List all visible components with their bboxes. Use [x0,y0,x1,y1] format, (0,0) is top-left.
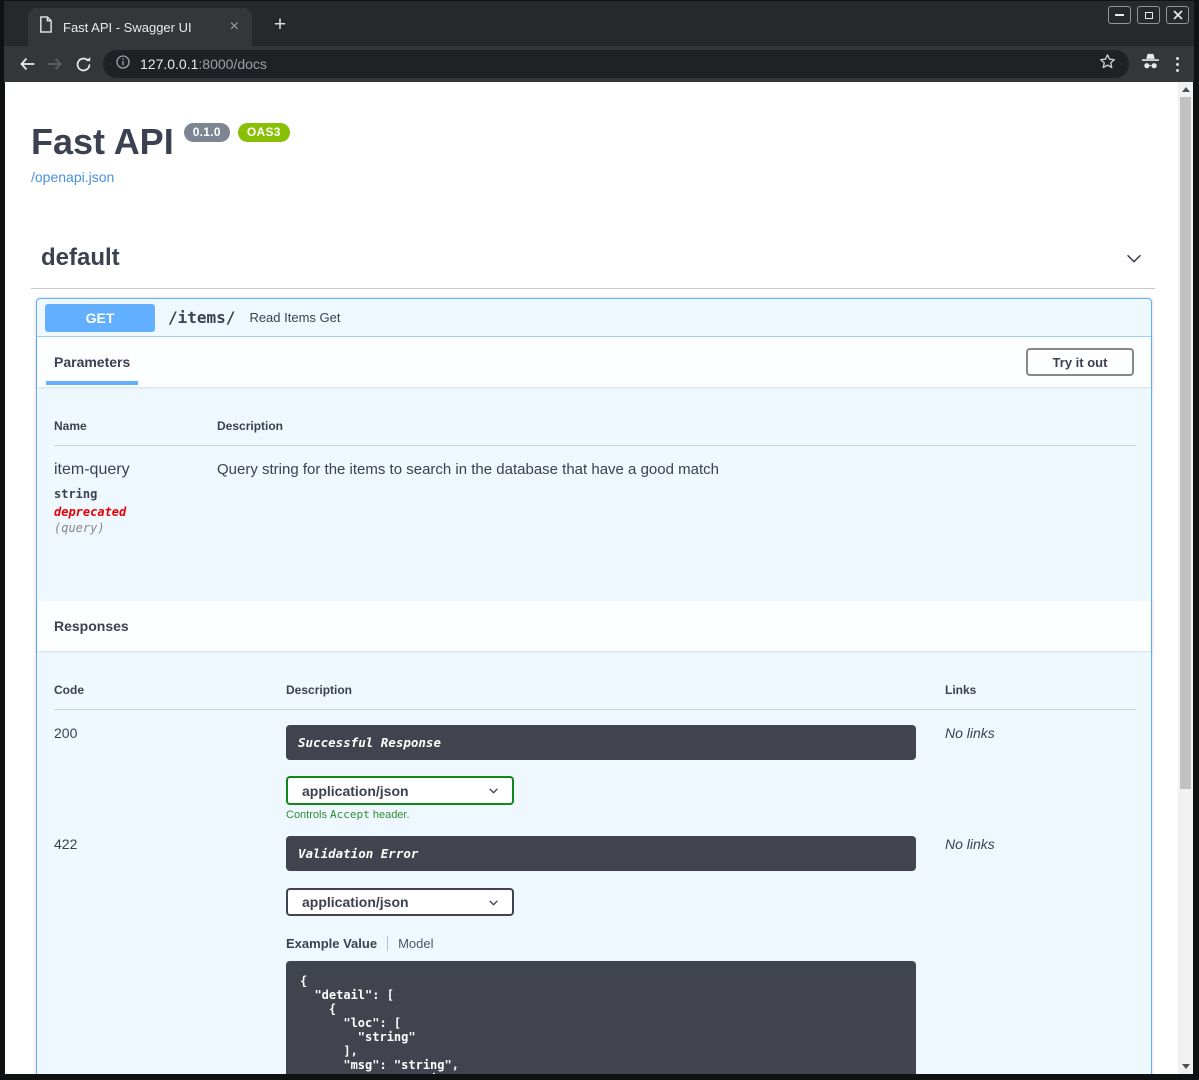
incognito-icon [1139,50,1162,78]
maximize-icon [1144,11,1153,19]
col-header-code: Code [54,651,286,710]
operation-summary[interactable]: GET /items/ Read Items Get [37,299,1151,337]
parameter-row: item-query string deprecated (query) Que… [54,446,1136,602]
new-tab-button[interactable]: + [266,11,294,39]
url-host: 127.0.0.1 [140,56,199,72]
response-code: 422 [54,836,78,852]
tab-example-value[interactable]: Example Value [286,936,377,951]
browser-window: Fast API - Swagger UI × + 127.0.0.1:8000… [0,0,1199,1080]
responses-heading: Responses [54,618,129,634]
browser-toolbar: 127.0.0.1:8000/docs [4,46,1194,82]
version-badge: 0.1.0 [183,123,230,142]
media-type-value: application/json [302,894,409,910]
col-header-description: Description [217,387,1136,446]
chevron-down-icon[interactable] [1123,247,1145,269]
select-chevron-icon [489,788,498,794]
api-info: Fast API 0.1.0 OAS3 /openapi.json [5,122,1178,187]
page-favicon-icon [38,16,53,38]
swagger-ui: Fast API 0.1.0 OAS3 /openapi.json default … [5,82,1178,1074]
scrollbar-up-arrow[interactable] [1178,82,1193,97]
page-scrollbar[interactable] [1178,82,1193,1074]
openapi-json-link[interactable]: /openapi.json [31,169,114,185]
opblock-get-items: GET /items/ Read Items Get Parameters Tr… [36,298,1152,1074]
browser-menu-button[interactable] [1176,56,1179,72]
http-method-badge: GET [45,303,155,332]
tab-divider [387,936,389,951]
bookmark-star-icon[interactable] [1098,52,1117,76]
parameter-type: string [54,487,98,501]
response-description-panel: Successful Response [286,725,916,760]
example-json-code: { "detail": [ { "loc": [ "string" ], "ms… [300,974,459,1074]
address-bar[interactable]: 127.0.0.1:8000/docs [103,50,1129,78]
media-type-select[interactable]: application/json [286,776,514,805]
close-icon [1172,10,1183,20]
scrollbar-down-arrow[interactable] [1178,1059,1193,1074]
tab-model[interactable]: Model [398,936,433,951]
col-header-name: Name [54,387,217,446]
select-chevron-icon [489,899,498,906]
tag-section-header[interactable]: default [31,244,1155,289]
browser-chrome: Fast API - Swagger UI × + 127.0.0.1:8000… [4,1,1194,82]
responses-table: Code Description Links 200 Successful Re… [54,651,1136,1074]
oas3-badge: OAS3 [237,123,290,142]
close-button[interactable] [1166,6,1189,24]
toolbar-right [1135,50,1185,78]
reload-button[interactable] [69,50,97,78]
col-header-resp-description: Description [286,651,945,710]
parameter-name: item-query [54,461,130,478]
operation-path: /items/ [168,308,236,327]
parameter-location: (query) [54,521,105,535]
response-row-200: 200 Successful Response application/json… [54,710,1136,821]
accept-header-note: Controls Accept header. [286,808,410,821]
parameters-header-band: Parameters Try it out [37,337,1151,387]
back-arrow-icon [20,57,35,71]
active-tab-underline [46,381,139,385]
forward-arrow-icon [47,57,62,71]
parameter-deprecated-flag: deprecated [54,505,127,519]
parameters-heading: Parameters [54,354,131,370]
tab-close-icon[interactable]: × [227,19,242,35]
tab-strip: Fast API - Swagger UI × + [4,1,1194,46]
url-path: :8000/docs [198,56,267,72]
minimize-icon [1115,14,1124,16]
try-it-out-button[interactable]: Try it out [1026,348,1134,376]
parameters-table: Name Description item-query string depre… [54,387,1136,601]
media-type-select[interactable]: application/json [286,888,514,916]
parameter-description: Query string for the items to search in … [217,461,719,478]
response-code: 200 [54,725,78,741]
site-info-icon[interactable] [115,54,131,75]
scrollbar-thumb[interactable] [1180,97,1191,789]
minimize-button[interactable] [1108,6,1131,24]
response-links: No links [945,836,995,852]
maximize-button[interactable] [1137,6,1160,24]
response-row-422: 422 Validation Error application/json Ex… [54,821,1136,1074]
example-json-panel: { "detail": [ { "loc": [ "string" ], "ms… [286,961,916,1074]
media-type-value: application/json [302,782,409,799]
forward-button[interactable] [41,50,69,78]
url-text: 127.0.0.1:8000/docs [140,56,267,72]
reload-icon [76,56,90,71]
response-description-panel: Validation Error [286,836,916,871]
browser-tab[interactable]: Fast API - Swagger UI × [28,8,252,46]
operation-description: Read Items Get [249,310,341,325]
tab-parameters[interactable]: Parameters [46,337,139,387]
responses-header-band: Responses [37,601,1151,651]
page-viewport: Fast API 0.1.0 OAS3 /openapi.json default … [5,82,1193,1074]
col-header-links: Links [945,651,1136,710]
tab-title: Fast API - Swagger UI [63,19,192,35]
example-model-tabs: Example Value Model [286,936,945,951]
back-button[interactable] [13,50,41,78]
api-title: Fast API [31,121,174,162]
window-controls [1108,6,1189,24]
tag-section-title: default [41,244,120,271]
response-links: No links [945,725,995,741]
